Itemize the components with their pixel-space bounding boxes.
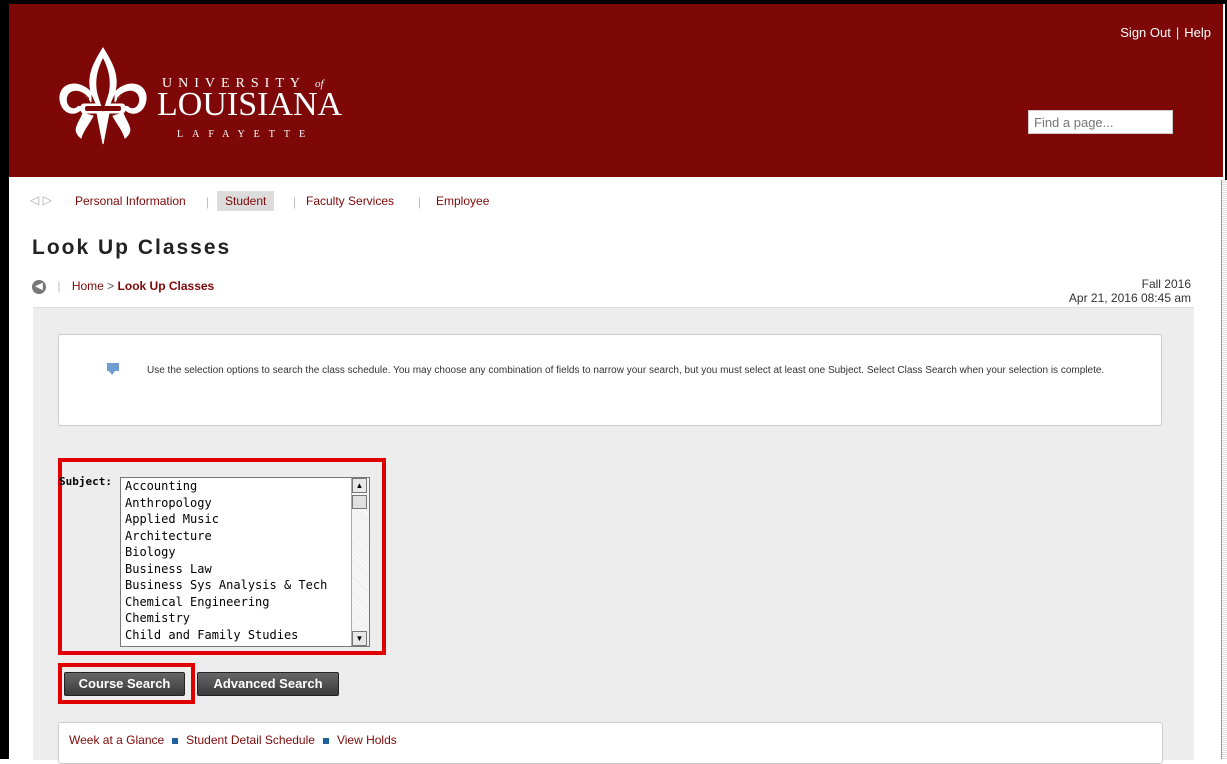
scroll-down-icon[interactable]: ▼ xyxy=(352,631,367,646)
divider: | xyxy=(57,279,61,293)
breadcrumb: ◀ | Home > Look Up Classes xyxy=(32,279,214,294)
subject-select-list[interactable]: Accounting Anthropology Applied Music Ar… xyxy=(120,477,370,647)
help-link[interactable]: Help xyxy=(1184,25,1211,40)
course-search-button[interactable]: Course Search xyxy=(64,672,185,696)
logo-lafayette-text: LAFAYETTE xyxy=(177,129,315,140)
info-message: Use the selection options to search the … xyxy=(58,334,1162,426)
subject-option[interactable]: Applied Music xyxy=(121,511,369,528)
bullet-icon xyxy=(322,737,329,744)
subject-option[interactable]: Child and Family Studies xyxy=(121,627,369,644)
week-at-a-glance-link[interactable]: Week at a Glance xyxy=(69,733,164,747)
advanced-search-button[interactable]: Advanced Search xyxy=(197,672,339,696)
subject-option[interactable]: Business Law xyxy=(121,561,369,578)
sign-out-link[interactable]: Sign Out xyxy=(1120,25,1171,40)
view-holds-link[interactable]: View Holds xyxy=(337,733,397,747)
scroll-thumb[interactable] xyxy=(352,495,367,509)
university-logo[interactable]: UNIVERSITY of LOUISIANA LAFAYETTE xyxy=(53,46,353,146)
datetime-label: Apr 21, 2016 08:45 am xyxy=(1068,291,1191,305)
divider: | xyxy=(1175,25,1180,40)
tab-personal-information[interactable]: Personal Information xyxy=(67,191,194,211)
subject-option[interactable]: Chemistry xyxy=(121,610,369,627)
logo-louisiana-text: LOUISIANA xyxy=(157,86,343,123)
tab-faculty-services[interactable]: Faculty Services xyxy=(298,191,402,211)
subject-option[interactable]: Chemical Engineering xyxy=(121,594,369,611)
tab-employee[interactable]: Employee xyxy=(428,191,497,211)
quick-links: Week at a Glance Student Detail Schedule V… xyxy=(69,733,397,747)
fleur-de-lis-icon xyxy=(59,47,147,145)
breadcrumb-separator: > xyxy=(107,279,115,293)
student-detail-schedule-link[interactable]: Student Detail Schedule xyxy=(186,733,315,747)
page-title: Look Up Classes xyxy=(32,236,232,259)
subject-option[interactable]: Business Sys Analysis & Tech xyxy=(121,577,369,594)
subject-option[interactable]: Architecture xyxy=(121,528,369,545)
find-page-input[interactable] xyxy=(1028,110,1173,134)
nav-divider: | xyxy=(418,195,422,209)
term-label: Fall 2016 xyxy=(1141,277,1191,291)
term-info: Fall 2016 Apr 21, 2016 08:45 am xyxy=(1069,277,1191,305)
subject-option[interactable]: Accounting xyxy=(121,478,369,495)
tab-student[interactable]: Student xyxy=(217,191,275,211)
breadcrumb-home[interactable]: Home xyxy=(72,279,104,293)
nav-divider: | xyxy=(293,195,297,209)
subject-label: Subject: xyxy=(59,475,112,488)
nav-arrows-icon[interactable]: ◁ ▷ xyxy=(30,193,52,207)
bullet-icon xyxy=(172,737,179,744)
info-text: Use the selection options to search the … xyxy=(147,365,1105,376)
site-header: UNIVERSITY of LOUISIANA LAFAYETTE Sign O… xyxy=(9,4,1223,177)
quick-links-box: Week at a Glance Student Detail Schedule V… xyxy=(58,722,1163,764)
page-scrollbar[interactable] xyxy=(1221,180,1227,759)
info-speech-icon xyxy=(107,363,119,375)
top-links: Sign Out | Help xyxy=(1120,25,1211,40)
scroll-up-icon[interactable]: ▲ xyxy=(352,478,367,493)
subject-option[interactable]: Biology xyxy=(121,544,369,561)
subject-scrollbar[interactable]: ▲ ▼ xyxy=(351,478,369,646)
nav-divider: | xyxy=(206,195,210,209)
subject-option[interactable]: Anthropology xyxy=(121,495,369,512)
back-icon[interactable]: ◀ xyxy=(32,279,46,294)
breadcrumb-current: Look Up Classes xyxy=(117,279,215,293)
